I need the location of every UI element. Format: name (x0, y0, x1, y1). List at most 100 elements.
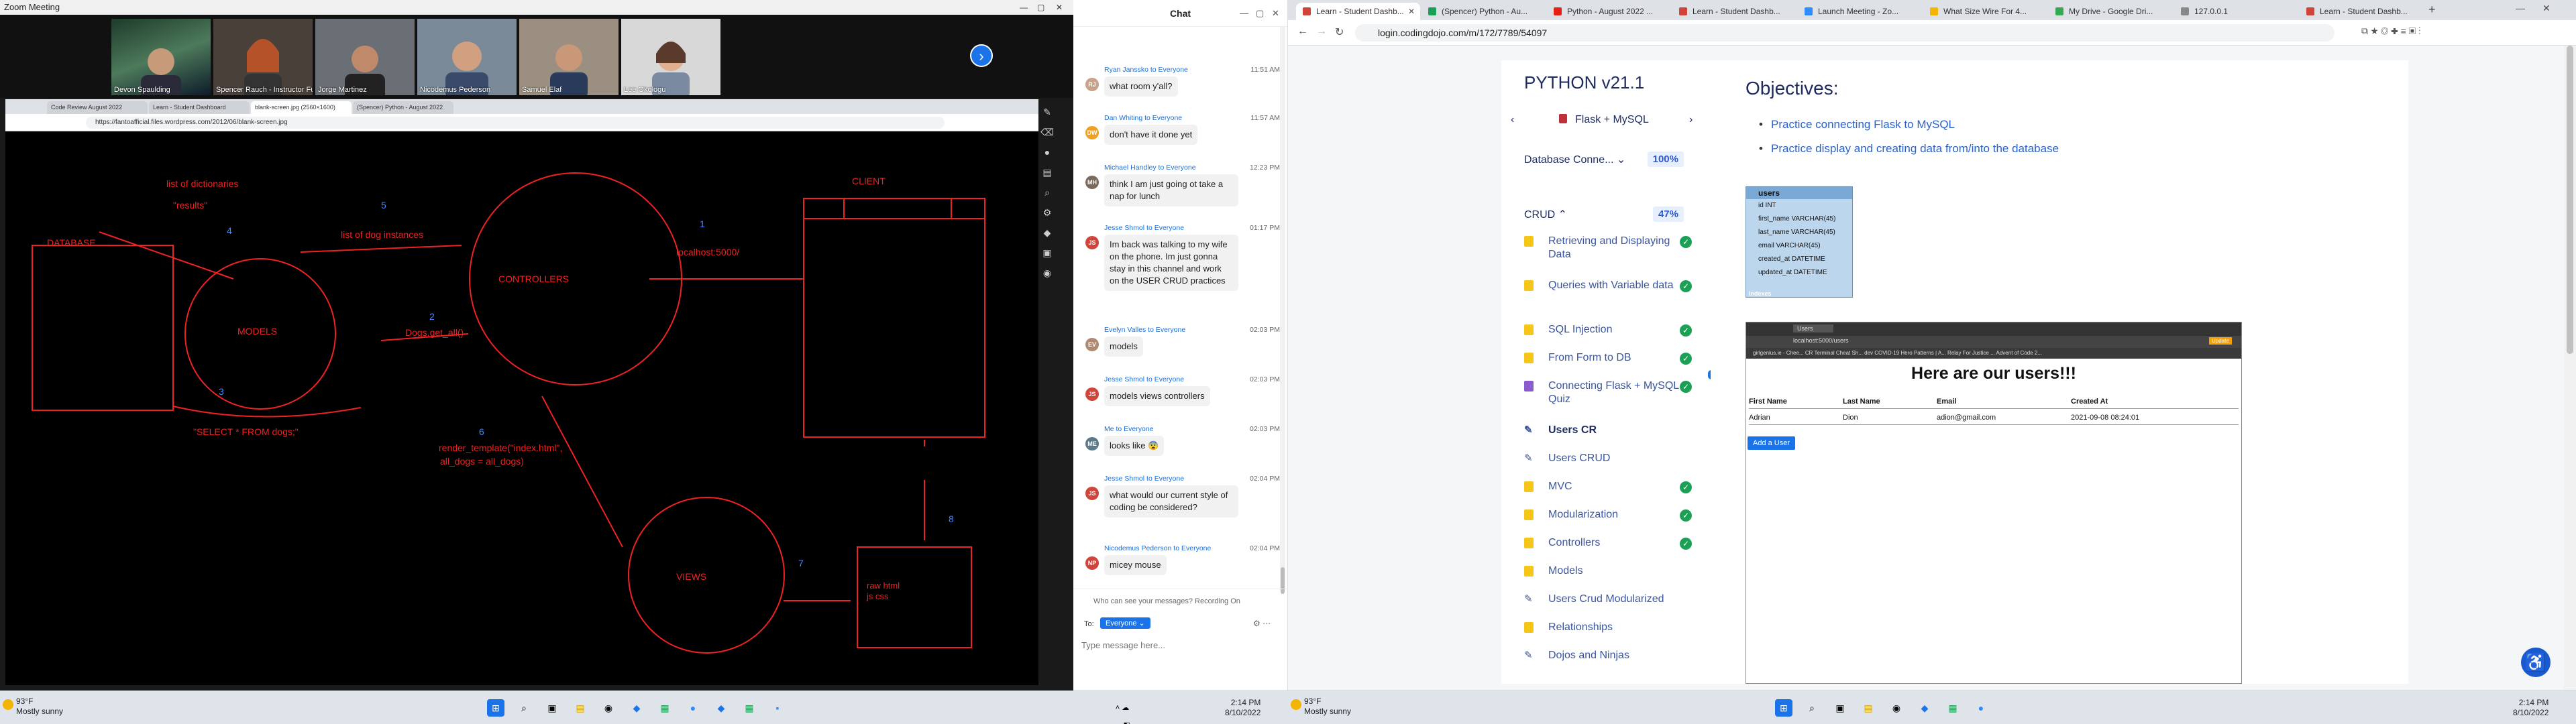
message-text: what room y'all? (1104, 76, 1178, 97)
lesson-item[interactable]: Models (1524, 564, 1692, 578)
objectives-heading: Objectives: (1746, 78, 1839, 99)
back-icon[interactable]: ← (1297, 25, 1308, 38)
add-user-button[interactable]: Add a User (1748, 436, 1796, 450)
chat-icon[interactable]: ▣ (1040, 245, 1055, 260)
lesson-item[interactable]: Queries with Variable data ✓ (1524, 279, 1692, 292)
tab-learn[interactable]: Learn - Student Dashb... (1672, 3, 1796, 20)
chapter-title[interactable]: CRUD ⌃ (1524, 208, 1567, 221)
lesson-item[interactable]: Controllers ✓ (1524, 536, 1692, 550)
video-tile[interactable]: Jorge Martinez (315, 19, 415, 95)
maximize-icon[interactable]: ▢ (1256, 0, 1264, 27)
close-tab-icon[interactable]: ✕ (1408, 3, 1415, 20)
start-icon[interactable]: ⊞ (487, 699, 504, 717)
lesson-item[interactable]: ✎ Users CR (1524, 424, 1692, 437)
lesson-item[interactable]: From Form to DB ✓ (1524, 351, 1692, 365)
excel-icon[interactable]: ▦ (741, 699, 758, 717)
objective-link[interactable]: Practice display and creating data from/… (1759, 142, 2059, 156)
search-icon[interactable]: ⌕ (1803, 699, 1821, 717)
maximize-icon[interactable]: ▢ (1037, 0, 1044, 15)
start-icon[interactable]: ⊞ (1775, 699, 1792, 717)
message-time: 02:03 PM (1250, 425, 1280, 433)
lesson-item[interactable]: ✎ Users Crud Modularized (1524, 593, 1692, 606)
browser-icon[interactable]: ◉ (1040, 265, 1055, 280)
sheets-icon[interactable]: ▦ (1944, 699, 1962, 717)
settings-icon[interactable]: ⚙ (1040, 205, 1055, 220)
chat-scrollbar[interactable] (1280, 27, 1285, 594)
lesson-item[interactable]: ✎ Dojos and Ninjas (1524, 649, 1692, 662)
chapter-title[interactable]: Database Conne... ⌄ (1524, 153, 1625, 166)
participant-video (519, 19, 619, 95)
example-screenshot: Users localhost:5000/users Update girlge… (1746, 322, 2242, 684)
task-view-icon[interactable]: ▣ (543, 699, 561, 717)
video-tile[interactable]: Samuel Elaf (519, 19, 619, 95)
tab-learn-dashboard[interactable]: Learn - Student Dashb... ✕ (1296, 3, 1420, 20)
message-input[interactable] (1081, 636, 1280, 654)
clock[interactable]: 2:14 PM 8/10/2022 (2513, 698, 2548, 718)
weather-widget[interactable]: 93°F Mostly sunny (1291, 697, 1351, 717)
sheets-icon[interactable]: ▦ (656, 699, 674, 717)
search-icon[interactable]: ⌕ (1040, 185, 1055, 200)
minimize-icon[interactable]: — (1020, 0, 1028, 15)
chat-visibility-note: Who can see your messages? Recording On (1093, 597, 1240, 605)
file-explorer-icon[interactable]: ▤ (1860, 699, 1877, 717)
record-icon[interactable]: ● (1040, 145, 1055, 160)
video-tile[interactable]: Lee Okologu (621, 19, 720, 95)
camera-icon[interactable]: ▪ (769, 699, 786, 717)
address-bar-row: ← → ↻ login.codingdojo.com/m/172/7789/54… (1288, 20, 2576, 46)
tab-launch-meeting[interactable]: Launch Meeting - Zo... (1798, 3, 1922, 20)
next-videos-button[interactable]: › (970, 44, 993, 67)
extensions-icon[interactable]: ⧉ ★ ◎ ✚ ≡ ▣ ⋮ (2361, 25, 2421, 37)
lesson-item[interactable]: Retrieving and Displaying Data ✓ (1524, 235, 1692, 261)
eraser-icon[interactable]: ⌫ (1040, 125, 1055, 139)
lesson-item[interactable]: Relationships (1524, 621, 1692, 634)
tab-wire[interactable]: What Size Wire For 4... (1923, 3, 2047, 20)
new-tab-icon[interactable]: + (2428, 3, 2436, 17)
file-explorer-icon[interactable]: ▤ (572, 699, 589, 717)
lesson-item[interactable]: Connecting Flask + MySQL Quiz ✓ (1524, 379, 1692, 406)
vscode-icon[interactable]: ◆ (1040, 225, 1055, 240)
minimize-icon[interactable]: — (1240, 0, 1248, 27)
lesson-item[interactable]: ✎ Users CRUD (1524, 452, 1692, 465)
close-icon[interactable]: ✕ (2542, 3, 2551, 14)
next-section-icon[interactable]: › (1689, 114, 1693, 126)
video-tile[interactable]: Spencer Rauch - Instructor Full-Ti... (213, 19, 313, 95)
vscode-icon[interactable]: ◆ (628, 699, 645, 717)
tab-localhost[interactable]: 127.0.0.1 (2174, 3, 2298, 20)
minimize-icon[interactable]: — (2516, 3, 2525, 13)
tab-drive[interactable]: My Drive - Google Dri... (2049, 3, 2173, 20)
clock[interactable]: 2:14 PM 8/10/2022 (1225, 698, 1260, 718)
reload-icon[interactable]: ↻ (1335, 25, 1344, 39)
video-tile[interactable]: Devon Spaulding (111, 19, 211, 95)
chrome-icon[interactable]: ◉ (1888, 699, 1905, 717)
tray-icons[interactable]: ˄ ☁ ▭ ◧ ♪ (1114, 699, 1131, 724)
task-view-icon[interactable]: ▣ (1831, 699, 1849, 717)
file-icon[interactable]: ⚙ ⋯ (1253, 619, 1271, 628)
recipient-select[interactable]: Everyone ⌄ (1100, 617, 1150, 629)
lesson-item[interactable]: SQL Injection ✓ (1524, 323, 1692, 337)
vscode-icon[interactable]: ◆ (712, 699, 730, 717)
objective-link[interactable]: Practice connecting Flask to MySQL (1759, 118, 1955, 131)
close-icon[interactable]: ✕ (1056, 0, 1063, 15)
zoom-icon[interactable]: ● (684, 699, 702, 717)
close-icon[interactable]: ✕ (1272, 0, 1279, 27)
lesson-item[interactable]: Modularization ✓ (1524, 508, 1692, 522)
vscode-icon[interactable]: ◆ (1916, 699, 1933, 717)
tab-learn-2[interactable]: Learn - Student Dashb... (2300, 3, 2424, 20)
address-bar[interactable]: login.codingdojo.com/m/172/7789/54097 (1355, 24, 2334, 42)
video-tile[interactable]: Nicodemus Pederson (417, 19, 517, 95)
accessibility-icon[interactable]: ♿ (2521, 648, 2551, 677)
pen-icon[interactable]: ✎ (1040, 105, 1055, 119)
folder-icon[interactable]: ▤ (1040, 165, 1055, 180)
tab-python-august[interactable]: Python - August 2022 ... (1547, 3, 1671, 20)
tab-spencer-python[interactable]: (Spencer) Python - Au... (1421, 3, 1546, 20)
prev-section-icon[interactable]: ‹ (1511, 114, 1514, 126)
zoom-icon[interactable]: ● (1972, 699, 1990, 717)
table-cell: 2021-09-08 08:24:01 (2071, 414, 2140, 422)
forward-icon[interactable]: → (1316, 25, 1327, 38)
lesson-item[interactable]: MVC ✓ (1524, 480, 1692, 493)
document-icon (1524, 622, 1534, 633)
chrome-icon[interactable]: ◉ (600, 699, 617, 717)
weather-widget[interactable]: 93°F Mostly sunny (3, 697, 63, 717)
search-icon[interactable]: ⌕ (515, 699, 533, 717)
page-scrollbar[interactable] (2564, 46, 2576, 690)
